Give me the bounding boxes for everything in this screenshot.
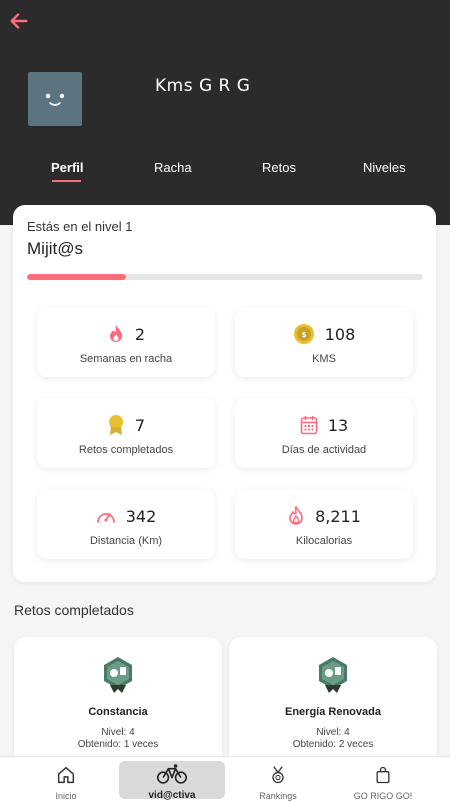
flame-icon <box>109 325 122 342</box>
medal-icon <box>108 415 123 435</box>
stat-label: Semanas en racha <box>79 353 173 365</box>
profile-header: Kms G R G Perfil Racha Retos Niveles <box>0 0 450 225</box>
level-name: Mijit@s <box>27 239 83 258</box>
arrow-left-icon[interactable] <box>8 10 30 32</box>
stat-value: 2 <box>134 324 146 344</box>
bag-icon <box>376 766 390 784</box>
challenge-card[interactable]: Energía Renovada Nivel: 4 Obtenido: 2 ve… <box>229 637 437 767</box>
level-title: Estás en el nivel 1 <box>27 219 133 234</box>
badge-icon <box>104 657 132 693</box>
medal-icon <box>272 766 284 784</box>
stat-label: KMS <box>312 353 336 365</box>
svg-text:$: $ <box>301 331 306 339</box>
stat-value: 108 <box>324 324 356 344</box>
stat-label: Retos completados <box>78 444 174 456</box>
home-icon <box>57 766 75 784</box>
nav-item-vidactiva[interactable]: vid@ctiva <box>119 761 225 801</box>
stat-card-streak[interactable]: 2 Semanas en racha <box>37 307 215 377</box>
nav-label: vid@ctiva <box>148 790 196 801</box>
stat-card-kms[interactable]: $ 108 KMS <box>235 307 413 377</box>
stat-card-challenges[interactable]: 7 Retos completados <box>37 398 215 468</box>
tab-niveles[interactable]: Niveles <box>363 160 406 175</box>
coin-icon: $ <box>293 324 314 344</box>
stat-value: 7 <box>134 415 146 435</box>
stat-label: Días de actividad <box>281 444 367 456</box>
flame-outline-icon <box>289 506 303 525</box>
challenge-name: Energía Renovada <box>285 706 381 718</box>
nav-item-gorigogo[interactable]: GO RIGO GO! <box>336 757 430 801</box>
challenge-level: Nivel: 4 <box>101 727 135 738</box>
stat-card-activity-days[interactable]: 13 Días de actividad <box>235 398 413 468</box>
completed-section-title: Retos completados <box>14 602 134 618</box>
tab-retos[interactable]: Retos <box>262 160 296 175</box>
level-progress-bar <box>27 274 423 280</box>
stat-value: 13 <box>327 415 349 435</box>
level-progress-fill <box>27 274 126 280</box>
nav-item-inicio[interactable]: Inicio <box>20 757 112 801</box>
speedometer-icon <box>96 513 115 523</box>
stat-label: Kilocalorias <box>295 535 353 547</box>
stat-card-calories[interactable]: 8,211 Kilocalorias <box>235 489 413 559</box>
level-card: Estás en el nivel 1 Mijit@s 2 Semanas en… <box>13 205 436 582</box>
stat-value: 342 <box>125 506 157 526</box>
tab-racha[interactable]: Racha <box>154 160 192 175</box>
calendar-icon <box>300 416 318 435</box>
bottom-nav: Inicio vid@ctiva Rankings GO RIGO GO! <box>0 756 450 801</box>
tab-perfil[interactable]: Perfil <box>51 160 84 175</box>
stat-card-distance[interactable]: 342 Distancia (Km) <box>37 489 215 559</box>
challenge-card[interactable]: Constancia Nivel: 4 Obtenido: 1 veces <box>14 637 222 767</box>
challenge-name: Constancia <box>88 706 148 718</box>
nav-item-rankings[interactable]: Rankings <box>232 757 324 801</box>
challenge-level: Nivel: 4 <box>316 727 350 738</box>
stat-value: 8,211 <box>315 506 361 526</box>
challenge-obtained: Obtenido: 1 veces <box>77 739 159 750</box>
bike-icon <box>156 764 188 784</box>
stat-label: Distancia (Km) <box>89 535 163 547</box>
avatar[interactable] <box>28 72 82 126</box>
username: Kms G R G <box>155 76 251 96</box>
challenge-obtained: Obtenido: 2 veces <box>292 739 374 750</box>
active-tab-indicator <box>52 180 81 182</box>
face-icon <box>45 93 65 106</box>
badge-icon <box>319 657 347 693</box>
